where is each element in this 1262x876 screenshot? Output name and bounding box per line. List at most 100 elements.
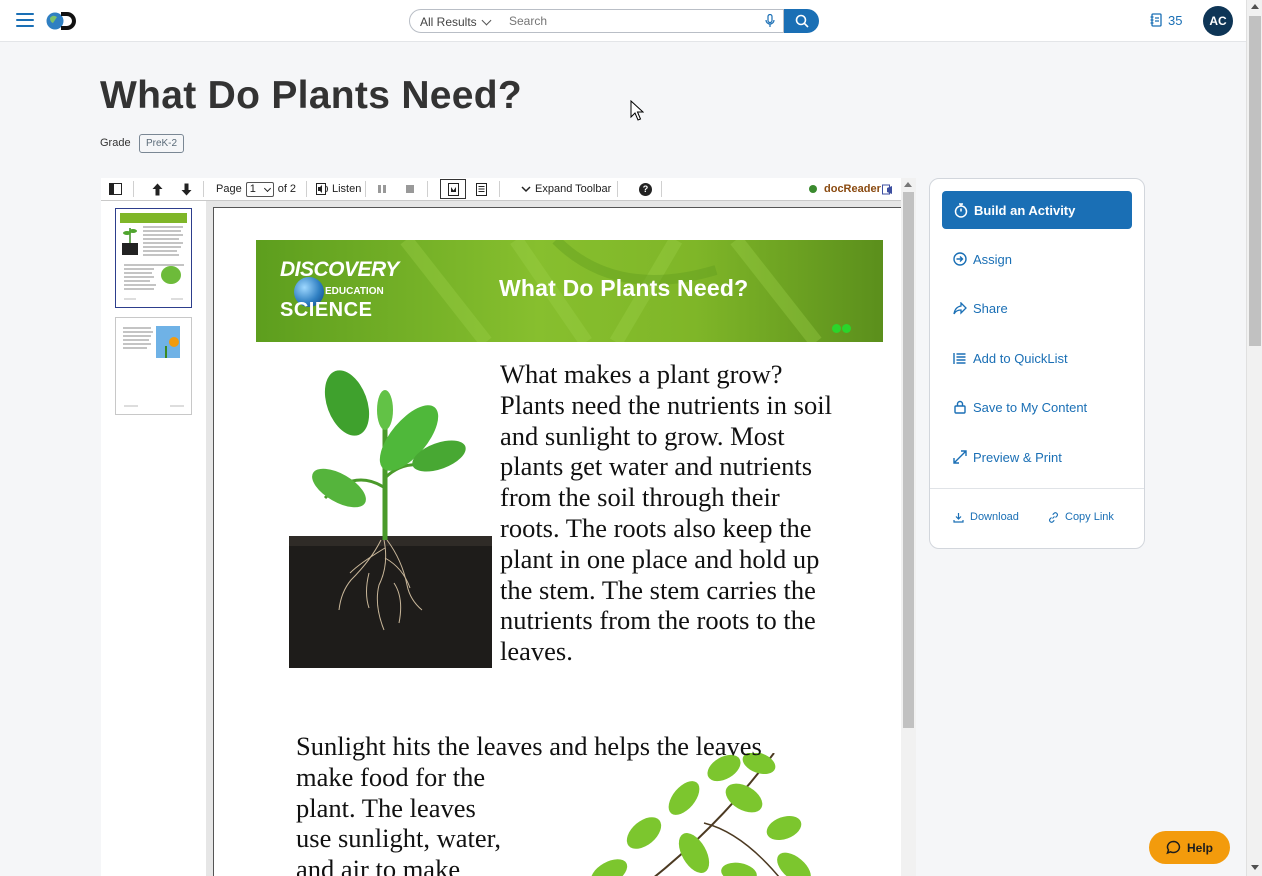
thumbnail-page-1-preview: [120, 213, 187, 300]
menu-icon[interactable]: [16, 13, 34, 27]
assignment-icon: [1150, 13, 1162, 27]
viewer-toolbar: Page 1 of 2 Listen Expand Toolbar ? docR…: [101, 178, 901, 201]
discovery-logo[interactable]: [44, 9, 78, 33]
brand-science: SCIENCE: [280, 299, 373, 321]
build-activity-button[interactable]: Build an Activity: [942, 191, 1132, 229]
toggle-thumbnails-button[interactable]: [109, 178, 122, 200]
page-scrollbar[interactable]: [1246, 0, 1262, 876]
scroll-up-arrow[interactable]: [904, 182, 912, 187]
page-thumbnails: [101, 201, 206, 876]
listen-button[interactable]: Listen: [316, 178, 361, 200]
page-select[interactable]: 1: [245, 181, 274, 197]
scroll-down-arrow[interactable]: [1251, 865, 1259, 870]
help-label: Help: [1186, 840, 1213, 855]
document-area[interactable]: DISCOVERY EDUCATION SCIENCE What Do Plan…: [206, 201, 901, 876]
chevron-down-icon: [521, 185, 531, 192]
share-icon: [953, 301, 967, 315]
page-title: What Do Plants Need?: [100, 74, 523, 117]
pager-dots: [832, 320, 852, 338]
preview-print-label: Preview & Print: [973, 449, 1062, 465]
search-scope-select[interactable]: All Results: [409, 9, 498, 33]
grade-badge: PreK-2: [139, 134, 184, 153]
stop-icon: [406, 185, 414, 193]
page-view-button[interactable]: [440, 179, 466, 199]
thumbnail-page-2[interactable]: [115, 317, 192, 415]
thumbnail-page-1[interactable]: [115, 208, 192, 308]
download-icon: [953, 512, 964, 523]
plant-image: [289, 370, 492, 668]
scrollbar-thumb[interactable]: [1249, 16, 1261, 346]
docreader-label: docReader: [824, 183, 881, 195]
scroll-up-arrow[interactable]: [1251, 4, 1259, 9]
page-label: Page: [216, 183, 242, 195]
docreader-logo-icon: [881, 184, 892, 194]
assignments-counter[interactable]: 35: [1150, 13, 1182, 29]
chevron-down-icon: [263, 184, 271, 192]
toolbar-help-button[interactable]: ?: [639, 178, 652, 200]
paragraph-2: Sunlight hits the leaves and helps the l…: [296, 731, 836, 876]
arrow-down-icon: [181, 183, 192, 195]
expand-toolbar-button[interactable]: Expand Toolbar: [521, 178, 611, 200]
search-icon: [795, 14, 809, 28]
chevron-down-icon: [481, 15, 492, 26]
assign-button[interactable]: Assign: [953, 249, 1012, 269]
viewer-scrollbar-thumb[interactable]: [903, 192, 914, 728]
document-page: DISCOVERY EDUCATION SCIENCE What Do Plan…: [213, 207, 901, 876]
save-to-my-content-button[interactable]: Save to My Content: [953, 397, 1087, 417]
brand-discovery: DISCOVERY: [280, 258, 399, 281]
lock-icon: [954, 400, 966, 414]
text-view-icon: [476, 182, 487, 196]
mouse-cursor-icon: [630, 100, 644, 121]
copy-link-button[interactable]: Copy Link: [1048, 511, 1114, 523]
microphone-icon[interactable]: [765, 14, 775, 28]
viewer-scrollbar[interactable]: [901, 178, 916, 876]
actions-panel: Build an Activity Assign Share Add to Qu…: [929, 178, 1145, 549]
chat-bubble-icon: [1166, 840, 1181, 855]
page-view-icon: [447, 182, 459, 196]
document-banner: DISCOVERY EDUCATION SCIENCE What Do Plan…: [256, 240, 883, 342]
share-label: Share: [973, 300, 1008, 316]
thumbnail-page-2-preview: [123, 326, 184, 407]
pause-icon: [378, 185, 386, 193]
download-button[interactable]: Download: [953, 511, 1019, 523]
expand-icon: [953, 450, 967, 464]
build-activity-label: Build an Activity: [974, 202, 1076, 218]
download-label: Download: [970, 511, 1019, 523]
assign-label: Assign: [973, 251, 1013, 267]
paragraph-2-line: use sunlight, water,: [296, 823, 502, 854]
search-scope-label: All Results: [420, 15, 477, 29]
stopwatch-icon: [954, 202, 968, 218]
stop-button[interactable]: [405, 178, 415, 200]
search-input[interactable]: [497, 9, 784, 33]
share-button[interactable]: Share: [953, 298, 1008, 318]
expand-toolbar-label: Expand Toolbar: [535, 183, 612, 195]
brand-education: EDUCATION: [325, 286, 384, 297]
paragraph-1: What makes a plant grow? Plants need the…: [500, 359, 832, 667]
counter-value: 35: [1168, 13, 1183, 28]
previous-page-button[interactable]: [152, 178, 163, 200]
add-to-quicklist-button[interactable]: Add to QuickList: [953, 348, 1068, 368]
paragraph-2-line: plant. The leaves: [296, 792, 476, 823]
paragraph-2-line: and air to make: [296, 854, 461, 876]
docreader-brand: docReader: [809, 178, 893, 200]
panel-divider: [930, 488, 1144, 489]
paragraph-2-line: make food for the: [296, 761, 486, 792]
document-viewer: Page 1 of 2 Listen Expand Toolbar ? docR…: [101, 178, 916, 876]
preview-print-button[interactable]: Preview & Print: [953, 447, 1062, 467]
search-button[interactable]: [784, 9, 819, 33]
banner-title: What Do Plants Need?: [499, 275, 749, 301]
avatar[interactable]: AC: [1203, 6, 1233, 36]
listen-label: Listen: [332, 183, 362, 195]
next-page-button[interactable]: [181, 178, 192, 200]
arrow-up-icon: [152, 183, 163, 195]
paragraph-2-line: Sunlight hits the leaves and helps the l…: [296, 731, 762, 761]
page-navigator: Page 1 of 2: [216, 178, 296, 200]
text-view-button[interactable]: [476, 178, 487, 200]
pause-button[interactable]: [377, 178, 387, 200]
grade-label: Grade: [100, 137, 131, 149]
link-icon: [1049, 511, 1058, 523]
search-bar: All Results: [409, 9, 819, 33]
sidebar-toggle-icon: [109, 183, 122, 195]
speaker-icon: [316, 183, 328, 195]
help-button[interactable]: Help: [1149, 831, 1230, 864]
